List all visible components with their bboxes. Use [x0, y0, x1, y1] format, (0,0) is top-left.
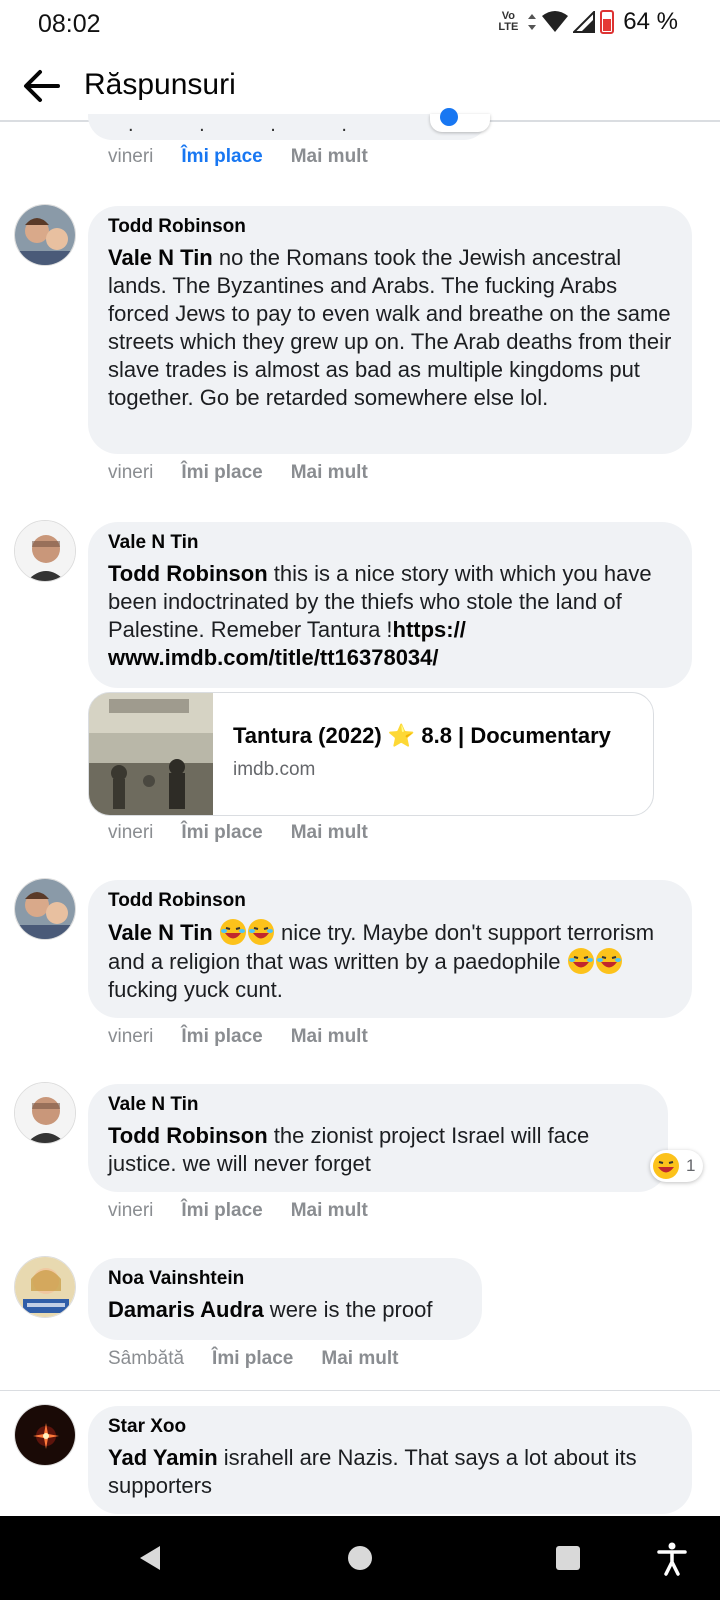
more-button[interactable]: Mai mult — [321, 1348, 398, 1370]
comment-text: Vale N Tin no the Romans took the Jewish… — [108, 245, 672, 410]
comment-author[interactable]: Vale N Tin — [108, 532, 672, 554]
accessibility-icon[interactable] — [654, 1540, 690, 1576]
comment-text: Yad Yamin israhell are Nazis. That says … — [108, 1445, 637, 1498]
arrow-left-icon — [24, 70, 60, 102]
comment-text: Todd Robinson the zionist project Israel… — [108, 1123, 590, 1176]
more-button[interactable]: Mai mult — [291, 1026, 368, 1048]
laughing-emoji-icon — [653, 1153, 679, 1179]
mention[interactable]: Vale N Tin — [108, 245, 213, 270]
avatar[interactable] — [14, 204, 76, 266]
comment-time: vineri — [108, 146, 154, 167]
signal-icon — [573, 11, 596, 33]
comment-bubble: Vale N Tin Todd Robinson the zionist pro… — [88, 1084, 668, 1192]
comment-author[interactable]: Vale N Tin — [108, 1094, 648, 1116]
status-bar: 08:02 Vo LTE 64 % — [0, 0, 720, 48]
comment-bubble: Todd Robinson Vale N Tin nice try. Maybe… — [88, 880, 692, 1018]
back-button[interactable] — [20, 64, 64, 108]
link-domain: imdb.com — [233, 759, 316, 780]
comment-author[interactable]: Star Xoo — [108, 1416, 672, 1438]
comment-bubble: Noa Vainshtein Damaris Audra were is the… — [88, 1258, 482, 1340]
comment-actions: vineri Îmi place Mai mult — [108, 1200, 368, 1222]
battery-icon — [600, 10, 615, 34]
comment-time: vineri — [108, 462, 154, 483]
comment-time: vineri — [108, 1200, 154, 1221]
nav-home-icon[interactable] — [342, 1540, 378, 1576]
reaction-count: 1 — [686, 1156, 696, 1175]
volte-icon: Vo LTE — [498, 10, 519, 33]
system-nav-bar — [0, 1516, 720, 1600]
link-title: Tantura (2022) ⭐ 8.8 | Documentary — [233, 723, 611, 748]
reaction-pill[interactable]: 1 — [650, 1150, 704, 1182]
comment-text: Todd Robinson this is a nice story with … — [108, 561, 652, 670]
laughing-emoji-icon — [219, 919, 246, 945]
comment-text: Vale N Tin nice try. Maybe don't support… — [108, 919, 655, 1002]
comment-actions: vineri Îmi place Mai mult — [108, 822, 368, 844]
more-button[interactable]: Mai mult — [291, 146, 368, 168]
laughing-emoji-icon — [595, 948, 622, 974]
more-button[interactable]: Mai mult — [291, 822, 368, 844]
avatar[interactable] — [14, 1256, 76, 1318]
data-arrows-icon — [528, 14, 537, 30]
like-button[interactable]: Îmi place — [212, 1348, 293, 1370]
link-preview-card[interactable]: Tantura (2022) ⭐ 8.8 | Documentary imdb.… — [88, 692, 654, 816]
mention[interactable]: Yad Yamin — [108, 1445, 218, 1470]
nav-recents-icon[interactable] — [550, 1540, 586, 1576]
like-button[interactable]: Îmi place — [181, 1200, 262, 1222]
comment-bubble: Star Xoo Yad Yamin israhell are Nazis. T… — [88, 1406, 692, 1514]
mention[interactable]: Todd Robinson — [108, 1123, 268, 1148]
battery-percent: 64 % — [623, 8, 678, 35]
mention[interactable]: Todd Robinson — [108, 561, 268, 586]
comment-bubble: Vale N Tin Todd Robinson this is a nice … — [88, 522, 692, 688]
avatar[interactable] — [14, 1082, 76, 1144]
comment-actions: vineri Îmi place Mai mult — [108, 462, 368, 484]
comment-time: vineri — [108, 1026, 154, 1047]
laughing-emoji-icon — [567, 948, 594, 974]
comment-time: Sâmbătă — [108, 1348, 185, 1369]
like-button[interactable]: Îmi place — [181, 462, 262, 484]
avatar[interactable] — [14, 520, 76, 582]
wifi-icon — [542, 11, 569, 32]
previous-comment-bubble: . . . . — [88, 114, 488, 140]
app-header: Răspunsuri — [0, 52, 720, 122]
mention[interactable]: Vale N Tin — [108, 920, 213, 945]
previous-reaction-pill[interactable] — [430, 108, 490, 132]
more-button[interactable]: Mai mult — [291, 462, 368, 484]
like-button[interactable]: Îmi place — [181, 146, 262, 168]
previous-comment-actions: vineri Îmi place Mai mult — [108, 146, 368, 168]
comment-time: vineri — [108, 822, 154, 843]
status-time: 08:02 — [38, 10, 101, 38]
comment-bubble: Todd Robinson Vale N Tin no the Romans t… — [88, 206, 692, 454]
thread-divider — [0, 1390, 720, 1391]
comment-author[interactable]: Noa Vainshtein — [108, 1268, 462, 1290]
link-thumbnail — [89, 693, 213, 815]
like-button[interactable]: Îmi place — [181, 1026, 262, 1048]
comment-actions: vineri Îmi place Mai mult — [108, 1026, 368, 1048]
mention[interactable]: Damaris Audra — [108, 1297, 264, 1322]
comment-author[interactable]: Todd Robinson — [108, 890, 672, 912]
laughing-emoji-icon — [247, 919, 274, 945]
comment-text: Damaris Audra were is the proof — [108, 1297, 433, 1322]
nav-back-icon[interactable] — [132, 1540, 168, 1576]
more-button[interactable]: Mai mult — [291, 1200, 368, 1222]
avatar[interactable] — [14, 1404, 76, 1466]
page-title: Răspunsuri — [84, 68, 236, 101]
comment-actions: Sâmbătă Îmi place Mai mult — [108, 1348, 398, 1370]
status-icons: Vo LTE 64 % — [498, 8, 678, 36]
like-button[interactable]: Îmi place — [181, 822, 262, 844]
avatar[interactable] — [14, 878, 76, 940]
comment-author[interactable]: Todd Robinson — [108, 216, 672, 238]
